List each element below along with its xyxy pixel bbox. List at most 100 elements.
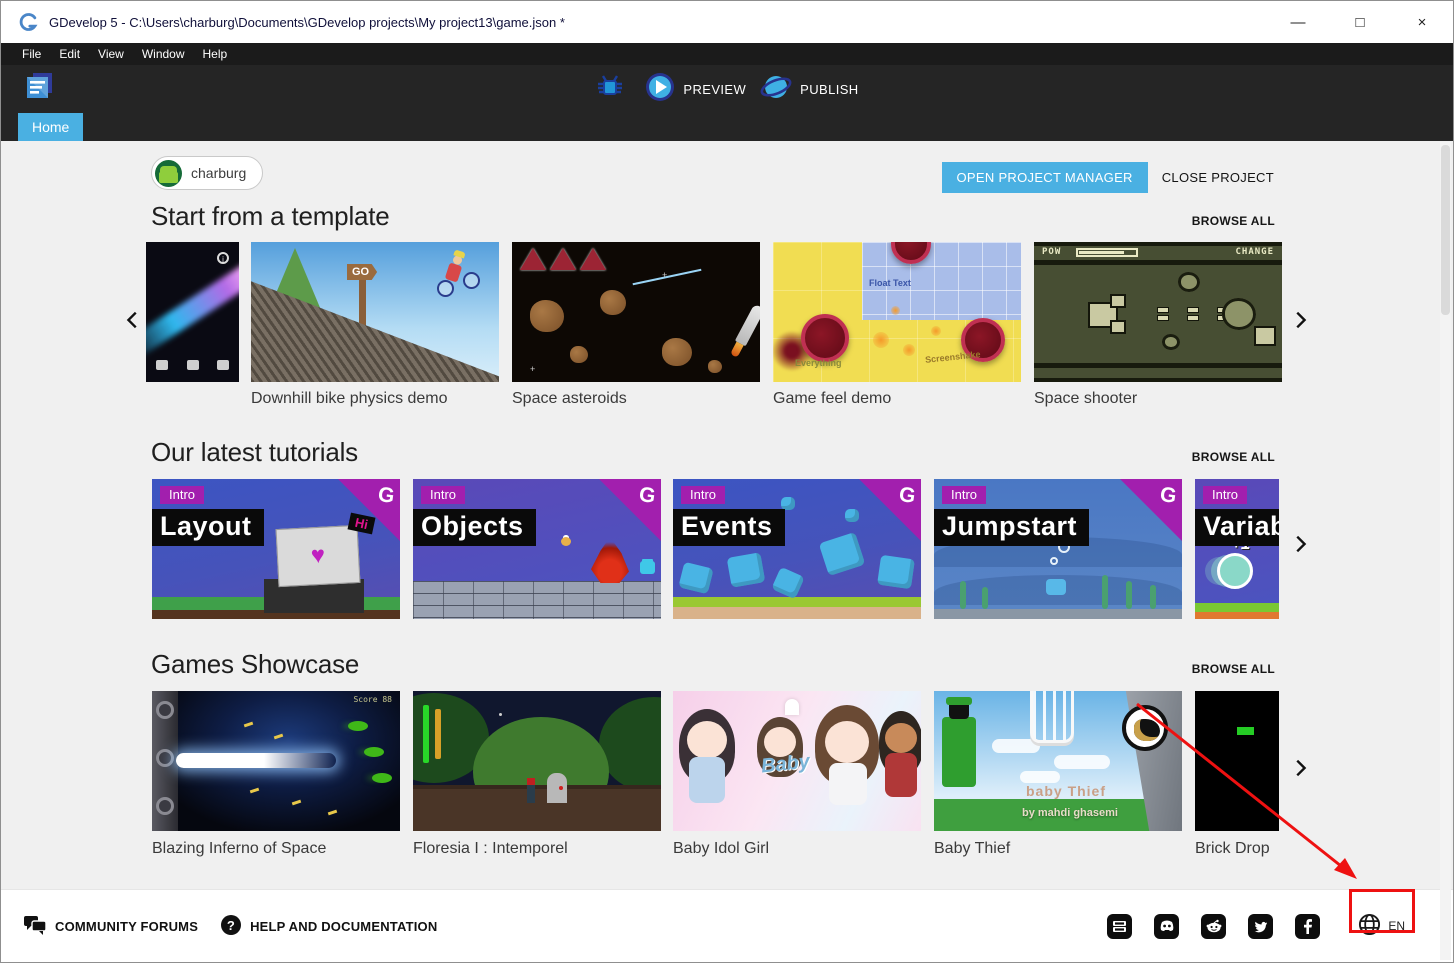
facebook-icon[interactable]	[1295, 914, 1320, 939]
info-icon: i	[217, 252, 229, 264]
enemy-ball-art	[801, 314, 849, 362]
close-button[interactable]: ×	[1391, 1, 1453, 43]
youtube-icon[interactable]	[1107, 914, 1132, 939]
user-chip[interactable]: charburg	[151, 156, 263, 190]
enemy-ship-art	[580, 248, 606, 270]
everything-overlay: Everything	[795, 358, 842, 368]
tutorials-scroll-right[interactable]	[1289, 529, 1311, 559]
templates-scroll-left[interactable]	[122, 305, 144, 335]
tutorial-title: Objects	[413, 509, 536, 546]
menu-window[interactable]: Window	[133, 43, 194, 65]
discord-icon[interactable]	[1154, 914, 1179, 939]
gdevelop-logo-icon	[19, 12, 39, 32]
asteroid-art	[1222, 298, 1256, 330]
maximize-button[interactable]: □	[1329, 1, 1391, 43]
templates-section-title: Start from a template	[151, 201, 390, 232]
asteroid-art	[570, 346, 588, 363]
bike-wheel-art	[463, 272, 480, 289]
score-art: Score 88	[353, 695, 392, 704]
language-selector[interactable]: EN	[1350, 907, 1413, 945]
svg-text:?: ?	[227, 918, 235, 933]
showcase-card-blazing-inferno[interactable]: Score 88	[152, 691, 400, 831]
showcase-card-brick-drop[interactable]	[1195, 691, 1279, 831]
showcase-label: Floresia I : Intemporel	[413, 840, 568, 858]
mini-social-icons	[156, 360, 229, 370]
scrollbar-thumb[interactable]	[1441, 145, 1450, 315]
asteroid-art	[708, 360, 722, 373]
help-documentation-button[interactable]: ? HELP AND DOCUMENTATION	[220, 914, 437, 939]
enemy-ship-art	[520, 248, 546, 270]
showcase-card-floresia[interactable]	[413, 691, 661, 831]
enemy-ship-art	[1256, 328, 1274, 344]
showcase-card-baby-idol[interactable]: Baby	[673, 691, 921, 831]
globe-icon	[1358, 913, 1381, 939]
baby-watermark-art: Baby	[760, 751, 811, 779]
template-card-game-feel[interactable]: Float Text Everything Screenshake	[773, 242, 1021, 382]
debug-button[interactable]	[595, 72, 625, 107]
language-code: EN	[1388, 919, 1405, 933]
template-card-partial[interactable]: i	[146, 242, 239, 382]
preview-button[interactable]: PREVIEW	[645, 72, 746, 107]
bike-wheel-art	[437, 280, 454, 297]
showcase-label: Blazing Inferno of Space	[152, 840, 326, 858]
menu-file[interactable]: File	[13, 43, 50, 65]
tutorial-card-variables[interactable]: +1 Intro Variab	[1195, 479, 1279, 619]
debug-bug-icon	[595, 89, 625, 106]
tutorial-title: Events	[673, 509, 785, 546]
template-label: Downhill bike physics demo	[251, 390, 448, 408]
template-card-downhill-bike[interactable]: GO	[251, 242, 499, 382]
close-project-button[interactable]: CLOSE PROJECT	[1162, 170, 1274, 185]
templates-browse-all[interactable]: BROWSE ALL	[1192, 214, 1275, 228]
window-controls: — □ ×	[1267, 1, 1453, 43]
preview-label: PREVIEW	[683, 82, 746, 97]
go-sign: GO	[347, 264, 377, 280]
showcase-card-baby-thief[interactable]: baby Thief by mahdi ghasemi	[934, 691, 1182, 831]
publish-button[interactable]: PUBLISH	[760, 72, 858, 107]
tutorials-browse-all[interactable]: BROWSE ALL	[1192, 450, 1275, 464]
help-question-icon: ?	[220, 914, 242, 939]
forum-chat-icon	[23, 914, 47, 939]
showcase-scroll-right[interactable]	[1289, 753, 1311, 783]
menu-edit[interactable]: Edit	[50, 43, 89, 65]
twitter-icon[interactable]	[1248, 914, 1273, 939]
showcase-label: Brick Drop	[1195, 840, 1270, 858]
tutorial-title: Variab	[1195, 509, 1279, 546]
main-toolbar: PREVIEW PUBLISH	[1, 65, 1453, 113]
gdevelop-g-icon: G	[637, 483, 657, 509]
tutorial-title: Jumpstart	[934, 509, 1089, 546]
template-card-space-shooter[interactable]: POW CHANGE	[1034, 242, 1282, 382]
ghost-art	[785, 699, 799, 715]
asteroid-art	[530, 300, 564, 332]
open-project-manager-button[interactable]: OPEN PROJECT MANAGER	[942, 162, 1148, 193]
community-forums-button[interactable]: COMMUNITY FORUMS	[23, 914, 198, 939]
showcase-label: Baby Idol Girl	[673, 840, 769, 858]
tab-home[interactable]: Home	[18, 113, 83, 141]
vertical-scrollbar[interactable]	[1440, 142, 1451, 960]
templates-scroll-right[interactable]	[1289, 305, 1311, 335]
tutorial-card-jumpstart[interactable]: G Intro Jumpstart	[934, 479, 1182, 619]
gdevelop-g-icon: G	[897, 483, 917, 509]
minimize-button[interactable]: —	[1267, 1, 1329, 43]
door-art	[547, 773, 567, 803]
cage-art	[1030, 691, 1074, 743]
intro-tag: Intro	[421, 486, 465, 504]
intro-tag: Intro	[160, 486, 204, 504]
tab-bar: Home	[1, 113, 1453, 141]
tutorial-card-objects[interactable]: G Intro Objects	[413, 479, 661, 619]
asteroid-art	[1178, 272, 1200, 292]
template-card-space-asteroids[interactable]: + +	[512, 242, 760, 382]
menu-help[interactable]: Help	[194, 43, 237, 65]
menu-view[interactable]: View	[89, 43, 133, 65]
bug-art	[640, 561, 655, 574]
tutorial-card-events[interactable]: G Intro Events	[673, 479, 921, 619]
showcase-browse-all[interactable]: BROWSE ALL	[1192, 662, 1275, 676]
reddit-icon[interactable]	[1201, 914, 1226, 939]
project-actions: OPEN PROJECT MANAGER CLOSE PROJECT	[942, 162, 1275, 193]
template-label: Space shooter	[1034, 390, 1137, 408]
thief-title-overlay: baby Thief	[1026, 783, 1106, 799]
preview-play-icon	[645, 72, 675, 107]
titlebar: GDevelop 5 - C:\Users\charburg\Documents…	[1, 1, 1453, 43]
tutorial-card-layout[interactable]: ♥ Hi G Intro Layout	[152, 479, 400, 619]
wanted-badge-art	[1122, 705, 1168, 751]
intro-tag: Intro	[1203, 486, 1247, 504]
